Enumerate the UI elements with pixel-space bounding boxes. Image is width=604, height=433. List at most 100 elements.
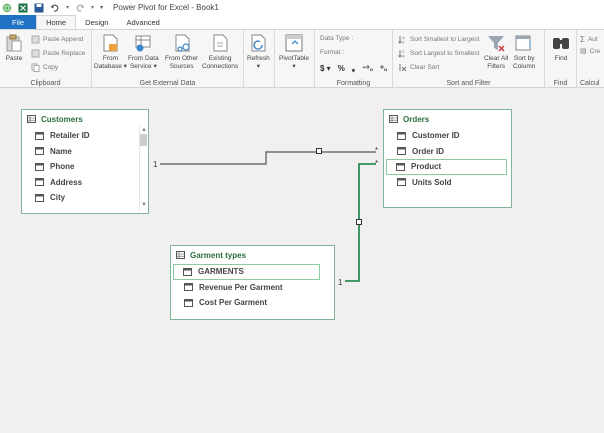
sort-ascending-icon: AZ [398, 35, 405, 44]
sort-by-column-button[interactable]: Sort by Column [513, 33, 535, 71]
from-database-button[interactable]: From Database ▾ [94, 33, 127, 71]
relationship-customers-orders[interactable] [160, 151, 376, 165]
field-product[interactable]: Product [386, 159, 507, 175]
table-header[interactable]: Orders [384, 110, 511, 128]
field-revenue-per-garment[interactable]: Revenue Per Garment [171, 280, 334, 296]
sort-ascending-button[interactable]: AZ Sort Smallest to Largest [398, 35, 479, 44]
redo-icon[interactable] [75, 3, 85, 13]
copy-label: Copy [43, 64, 59, 71]
paste-append-button[interactable]: Paste Append [31, 35, 83, 44]
data-service-icon [135, 35, 151, 52]
field-retailer-id[interactable]: Retailer ID [22, 128, 148, 144]
find-button[interactable]: Find [551, 33, 571, 63]
from-other-sources-button[interactable]: From Other Sources [165, 33, 198, 71]
format-dropdown[interactable]: Format : [320, 49, 344, 56]
copy-button[interactable]: Copy [31, 63, 58, 72]
relationship-handle-customers-orders[interactable] [316, 148, 322, 154]
cardinality-many-orders-b: * [375, 159, 379, 168]
table-customers[interactable]: Customers Retailer ID Name Phone Address… [21, 109, 149, 214]
clear-filters-line1: Clear All [484, 55, 509, 62]
increase-decimal-button[interactable]: ⁺⁰₀ [362, 64, 373, 73]
from-other-line2: Sources [169, 63, 194, 70]
power-pivot-icon[interactable] [2, 3, 12, 13]
scroll-thumb[interactable] [140, 134, 147, 146]
binoculars-icon [553, 38, 569, 49]
scroll-down-icon[interactable]: ▼ [140, 201, 148, 209]
group-formatting: Data Type : Format : $ ▾ % ❟ ⁺⁰₀ ⁰₀ Form… [315, 30, 393, 88]
copy-icon [31, 63, 40, 72]
sort-by-column-icon [515, 35, 531, 51]
table-header[interactable]: Customers [22, 110, 148, 128]
tab-advanced[interactable]: Advanced [117, 15, 168, 29]
cardinality-one-customers: 1 [153, 160, 158, 169]
data-type-dropdown[interactable]: Data Type : [320, 35, 353, 42]
clear-sort-icon [399, 64, 407, 72]
field-label: GARMENTS [198, 267, 244, 277]
currency-button[interactable]: $ ▾ [320, 64, 331, 73]
sort-ascending-label: Sort Smallest to Largest [410, 36, 480, 43]
clear-all-filters-button[interactable]: Clear All Filters [484, 33, 508, 71]
column-icon [35, 162, 44, 171]
paste-icon [6, 34, 22, 52]
column-icon [397, 178, 406, 187]
table-title-customers: Customers [41, 114, 83, 124]
autosum-button[interactable]: Σ Aut [580, 35, 598, 44]
excel-icon[interactable] [18, 3, 28, 13]
table-orders[interactable]: Orders Customer ID Order ID Product Unit… [383, 109, 512, 208]
field-address[interactable]: Address [22, 175, 148, 191]
customers-scrollbar[interactable]: ▲ ▼ [139, 126, 147, 212]
save-icon[interactable] [34, 3, 44, 13]
group-pivottable: PivotTable ▾ [275, 30, 315, 88]
field-label: Order ID [412, 146, 445, 156]
undo-dropdown-icon[interactable]: ▾ [66, 4, 69, 11]
field-customer-id[interactable]: Customer ID [384, 128, 511, 144]
undo-icon[interactable] [50, 3, 60, 13]
field-phone[interactable]: Phone [22, 159, 148, 175]
relationship-handle-garments-orders[interactable] [356, 219, 362, 225]
sort-descending-button[interactable]: ZA Sort Largest to Smallest [398, 49, 479, 58]
field-name[interactable]: Name [22, 144, 148, 160]
column-icon [184, 298, 193, 307]
refresh-button[interactable]: Refresh ▾ [247, 33, 270, 71]
comma-button[interactable]: ❟ [352, 63, 355, 73]
from-other-line1: From Other [165, 55, 199, 62]
diagram-canvas[interactable]: 1 * * 1 Customers Retailer ID Name Phone… [0, 89, 604, 433]
field-units-sold[interactable]: Units Sold [384, 175, 511, 191]
field-order-id[interactable]: Order ID [384, 144, 511, 160]
tab-file[interactable]: File [0, 15, 37, 29]
field-label: Customer ID [412, 131, 460, 141]
ribbon-tabs: File Home Design Advanced [0, 15, 604, 29]
paste-label: Paste [5, 55, 23, 62]
clear-sort-button[interactable]: Clear Sort [398, 63, 439, 72]
format-label: Format : [320, 49, 345, 56]
tab-home[interactable]: Home [36, 15, 77, 29]
existing-connections-button[interactable]: Existing Connections [202, 33, 238, 71]
customize-toolbar-icon[interactable]: ▾ [100, 4, 103, 11]
percent-button[interactable]: % [338, 64, 345, 73]
table-garment-types[interactable]: Garment types GARMENTS Revenue Per Garme… [170, 245, 335, 320]
field-cost-per-garment[interactable]: Cost Per Garment [171, 295, 334, 311]
data-type-label: Data Type : [320, 35, 354, 42]
redo-dropdown-icon[interactable]: ▾ [91, 4, 94, 11]
from-data-service-button[interactable]: From Data Service ▾ [128, 33, 159, 71]
group-find: Find Find [545, 30, 577, 88]
group-external-data: From Database ▾ From Data Service ▾ From… [92, 30, 244, 88]
scroll-up-icon[interactable]: ▲ [140, 126, 148, 134]
field-garments[interactable]: GARMENTS [173, 264, 320, 280]
paste-replace-button[interactable]: Paste Replace [31, 49, 85, 58]
paste-button[interactable]: Paste [4, 33, 24, 63]
field-label: Units Sold [412, 177, 452, 187]
table-header[interactable]: Garment types [171, 246, 334, 264]
tab-design[interactable]: Design [76, 15, 117, 29]
svg-text:A: A [402, 54, 405, 59]
pivottable-button[interactable]: PivotTable ▾ [279, 33, 309, 71]
create-kpi-button[interactable]: ▤ Cre [580, 47, 600, 56]
column-icon [184, 283, 193, 292]
connections-icon [213, 34, 228, 52]
quick-access-toolbar: ▾ ▾ ▾ [0, 3, 103, 13]
find-label: Find [554, 55, 568, 62]
field-city[interactable]: City [22, 190, 148, 206]
clipboard-group-label: Clipboard [30, 80, 61, 87]
existing-line2: Connections [202, 63, 239, 70]
decrease-decimal-button[interactable]: ⁰₀ [380, 64, 387, 73]
